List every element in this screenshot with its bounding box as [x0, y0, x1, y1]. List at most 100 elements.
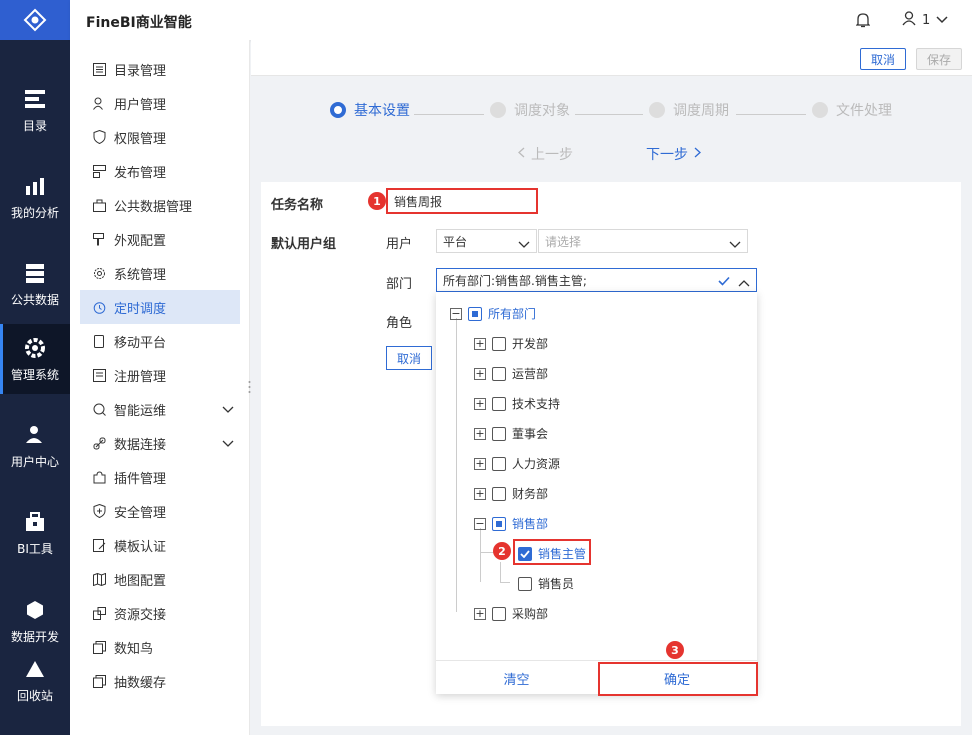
cancel-button[interactable]: 取消 [860, 48, 906, 70]
rail-item-user-center[interactable]: 用户中心 [0, 411, 70, 481]
menu-label: 模板认证 [114, 539, 167, 555]
tree-node[interactable]: + 开发部 [474, 335, 548, 352]
tree-checkbox[interactable] [518, 576, 532, 591]
menu-item-system[interactable]: 系统管理 [80, 256, 240, 290]
collapse-icon[interactable]: − [450, 307, 462, 320]
user-select[interactable]: 请选择 [538, 229, 748, 253]
app-logo[interactable] [0, 0, 70, 40]
user-name: 1 [922, 13, 931, 28]
menu-item-plugin[interactable]: 插件管理 [80, 460, 240, 494]
highlight-box [386, 188, 538, 214]
expand-icon[interactable]: + [474, 397, 486, 410]
menu-item-security[interactable]: 安全管理 [80, 494, 240, 528]
brush-icon [92, 232, 106, 246]
step-file[interactable]: 文件处理 [812, 100, 892, 120]
user-type-select[interactable]: 平台 [436, 229, 537, 253]
expand-icon[interactable]: + [474, 457, 486, 470]
tree-guide [500, 562, 501, 582]
check-icon [718, 275, 730, 289]
tree-node-label: 财务部 [512, 487, 549, 501]
menu-item-user-mgmt[interactable]: 用户管理 [80, 86, 240, 120]
step-label: 调度周期 [673, 103, 729, 119]
chevron-up-icon [738, 276, 750, 290]
expand-icon[interactable]: + [474, 367, 486, 380]
tree-checkbox[interactable] [492, 456, 506, 471]
prev-step-button[interactable]: 上一步 [518, 144, 573, 164]
gear-icon [23, 336, 47, 360]
menu-item-schedule[interactable]: 定时调度 [80, 290, 240, 324]
resize-handle[interactable] [248, 380, 251, 394]
tree-guide [480, 528, 481, 582]
link-icon [92, 436, 106, 450]
menu-label: 智能运维 [114, 403, 167, 419]
user-type-value: 平台 [443, 234, 468, 249]
menu-item-ops[interactable]: 智能运维 [80, 392, 240, 426]
timer-icon [92, 300, 106, 314]
rail-item-public-data[interactable]: 公共数据 [0, 249, 70, 319]
rail-item-bi-tools[interactable]: BI工具 [0, 498, 70, 568]
menu-label: 数知鸟 [114, 641, 154, 657]
menu-item-appearance[interactable]: 外观配置 [80, 222, 240, 256]
tree-node[interactable]: 销售员 [518, 575, 574, 592]
expand-icon[interactable]: + [474, 337, 486, 350]
tree-checkbox[interactable] [468, 306, 482, 321]
save-button[interactable]: 保存 [916, 48, 962, 70]
menu-item-mobile[interactable]: 移动平台 [80, 324, 240, 358]
next-step-button[interactable]: 下一步 [646, 144, 701, 164]
step-connector [736, 114, 806, 115]
rail-item-catalog[interactable]: 目录 [0, 75, 70, 145]
menu-item-data-connect[interactable]: 数据连接 [80, 426, 240, 460]
bell-icon[interactable] [855, 12, 871, 32]
tree-checkbox[interactable] [492, 336, 506, 351]
tree-node[interactable]: + 技术支持 [474, 395, 560, 412]
rail-item-recycle[interactable]: 回收站 [0, 645, 70, 715]
step-target[interactable]: 调度对象 [490, 100, 570, 120]
expand-icon[interactable]: + [474, 607, 486, 620]
chevron-down-icon [729, 238, 741, 252]
menu-item-catalog-mgmt[interactable]: 目录管理 [80, 52, 240, 86]
menu-item-publish[interactable]: 发布管理 [80, 154, 240, 188]
tree-checkbox[interactable] [492, 426, 506, 441]
clear-button[interactable]: 清空 [436, 661, 597, 695]
rail-item-management[interactable]: 管理系统 [0, 324, 70, 394]
menu-item-public-data-mgmt[interactable]: 公共数据管理 [80, 188, 240, 222]
tree-node[interactable]: + 运营部 [474, 365, 548, 382]
tree-node[interactable]: + 董事会 [474, 425, 548, 442]
menu-item-permission[interactable]: 权限管理 [80, 120, 240, 154]
tree-checkbox[interactable] [492, 606, 506, 621]
tree-checkbox[interactable] [492, 366, 506, 381]
shield-plus-icon [92, 504, 106, 518]
chevron-right-icon [694, 146, 701, 162]
menu-item-register[interactable]: 注册管理 [80, 358, 240, 392]
menu-item-handover[interactable]: 资源交接 [80, 596, 240, 630]
tree-node[interactable]: + 采购部 [474, 605, 548, 622]
tree-checkbox[interactable] [492, 486, 506, 501]
chevron-down-icon [936, 13, 948, 28]
dept-select[interactable]: 所有部门:销售部.销售主管; [436, 268, 757, 292]
tree-checkbox[interactable] [492, 516, 506, 531]
tree-node-root[interactable]: − 所有部门 [450, 305, 536, 322]
rail-item-analysis[interactable]: 我的分析 [0, 162, 70, 232]
menu-label: 移动平台 [114, 335, 167, 351]
publish-icon [92, 164, 106, 178]
user-menu[interactable]: 1 [902, 11, 948, 30]
app-title: FineBI商业智能 [86, 15, 192, 31]
tree-node-sales[interactable]: − 销售部 [474, 515, 548, 532]
step-dot [649, 102, 665, 118]
menu-item-zhiniao[interactable]: 数知鸟 [80, 630, 240, 664]
tree-node[interactable]: + 财务部 [474, 485, 548, 502]
step-period[interactable]: 调度周期 [649, 100, 729, 120]
menu-item-map[interactable]: 地图配置 [80, 562, 240, 596]
tree-checkbox[interactable] [492, 396, 506, 411]
menu-item-template-cert[interactable]: 模板认证 [80, 528, 240, 562]
tree-node[interactable]: + 人力资源 [474, 455, 560, 472]
step-basic[interactable]: 基本设置 [330, 100, 410, 120]
expand-icon[interactable]: + [474, 427, 486, 440]
tree-node-label: 销售员 [538, 577, 575, 591]
collapse-icon[interactable]: − [474, 517, 486, 530]
rail-label: 公共数据 [10, 292, 59, 307]
menu-item-extract-cache[interactable]: 抽数缓存 [80, 664, 240, 698]
form-cancel-button[interactable]: 取消 [386, 346, 432, 370]
toolbox-icon [23, 510, 47, 534]
expand-icon[interactable]: + [474, 487, 486, 500]
